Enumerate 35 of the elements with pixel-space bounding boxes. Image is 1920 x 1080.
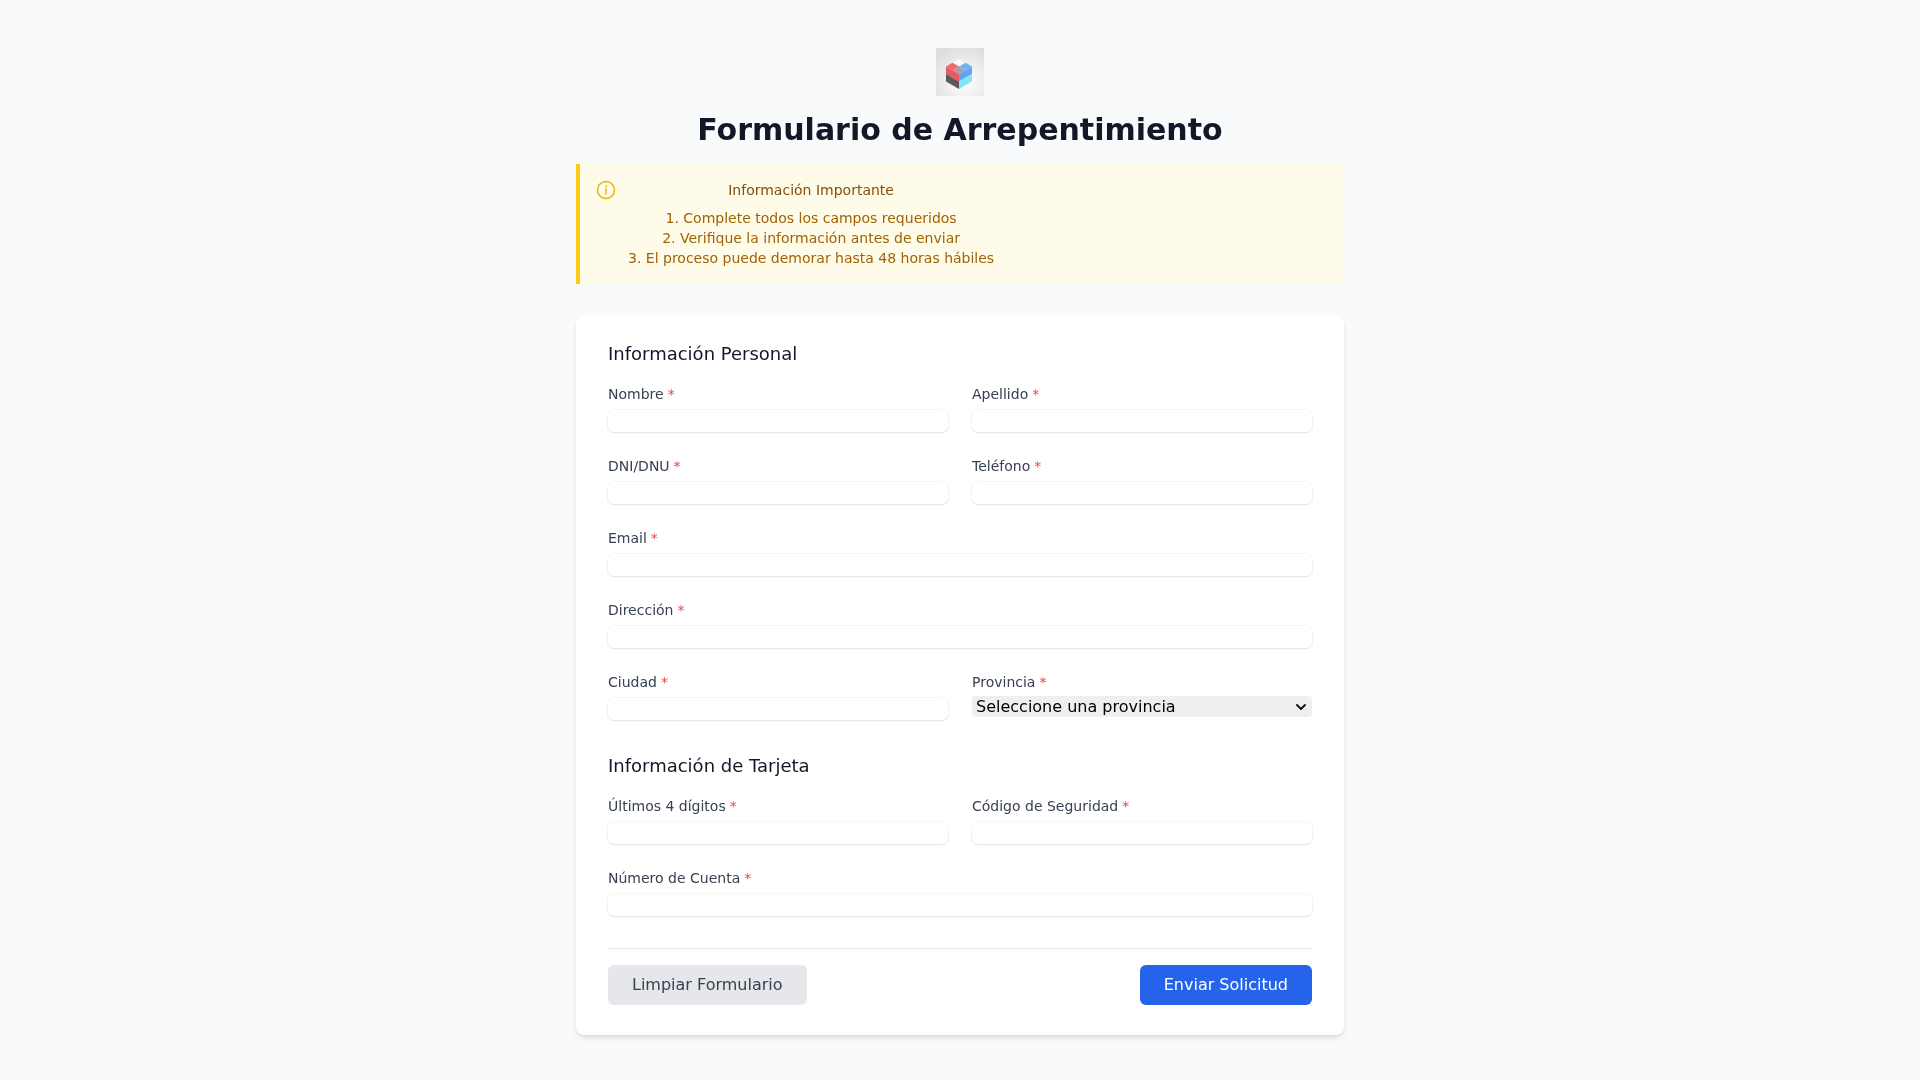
field-label: Código de Seguridad bbox=[972, 798, 1119, 814]
required-mark: * bbox=[673, 458, 681, 474]
field-label: Últimos 4 dígitos bbox=[608, 798, 726, 814]
notice-item: 1. Complete todos los campos requeridos bbox=[665, 209, 957, 228]
required-mark: * bbox=[660, 674, 668, 690]
notice-item: 2. Verifique la información antes de enviar bbox=[662, 229, 960, 248]
field-label: Email bbox=[608, 530, 647, 546]
required-mark: * bbox=[744, 870, 752, 886]
field-label: Ciudad bbox=[608, 674, 657, 690]
required-mark: * bbox=[1032, 386, 1040, 402]
notice-item: 3. El proceso puede demorar hasta 48 horas hábiles bbox=[628, 249, 995, 268]
required-mark: * bbox=[1122, 798, 1130, 814]
required-mark: * bbox=[677, 602, 685, 618]
notice-title: Información Importante bbox=[728, 181, 894, 200]
required-mark: * bbox=[1039, 674, 1047, 690]
field-label: Teléfono bbox=[972, 458, 1031, 474]
field-label: DNI/DNU bbox=[608, 458, 670, 474]
required-mark: * bbox=[729, 798, 737, 814]
field-label: Dirección bbox=[608, 602, 674, 618]
field-label: Número de Cuenta bbox=[608, 870, 741, 886]
clear-form-button[interactable]: Limpiar Formulario bbox=[608, 965, 807, 1005]
info-icon bbox=[596, 180, 616, 200]
select-field[interactable]: Seleccione una provincia bbox=[972, 696, 1312, 717]
field-label: Nombre bbox=[608, 386, 664, 402]
section-title: Información de Tarjeta bbox=[608, 754, 811, 778]
required-mark: * bbox=[1034, 458, 1042, 474]
field-label: Apellido bbox=[972, 386, 1029, 402]
cube-logo-icon bbox=[936, 48, 984, 96]
submit-button[interactable]: Enviar Solicitud bbox=[1139, 965, 1312, 1005]
chevron-down-icon bbox=[1296, 703, 1306, 710]
page-title: Formulario de Arrepentimiento bbox=[696, 112, 1224, 148]
section-title: Información Personal bbox=[608, 342, 799, 366]
field-label: Provincia bbox=[972, 674, 1036, 690]
required-mark: * bbox=[667, 386, 675, 402]
required-mark: * bbox=[650, 530, 658, 546]
